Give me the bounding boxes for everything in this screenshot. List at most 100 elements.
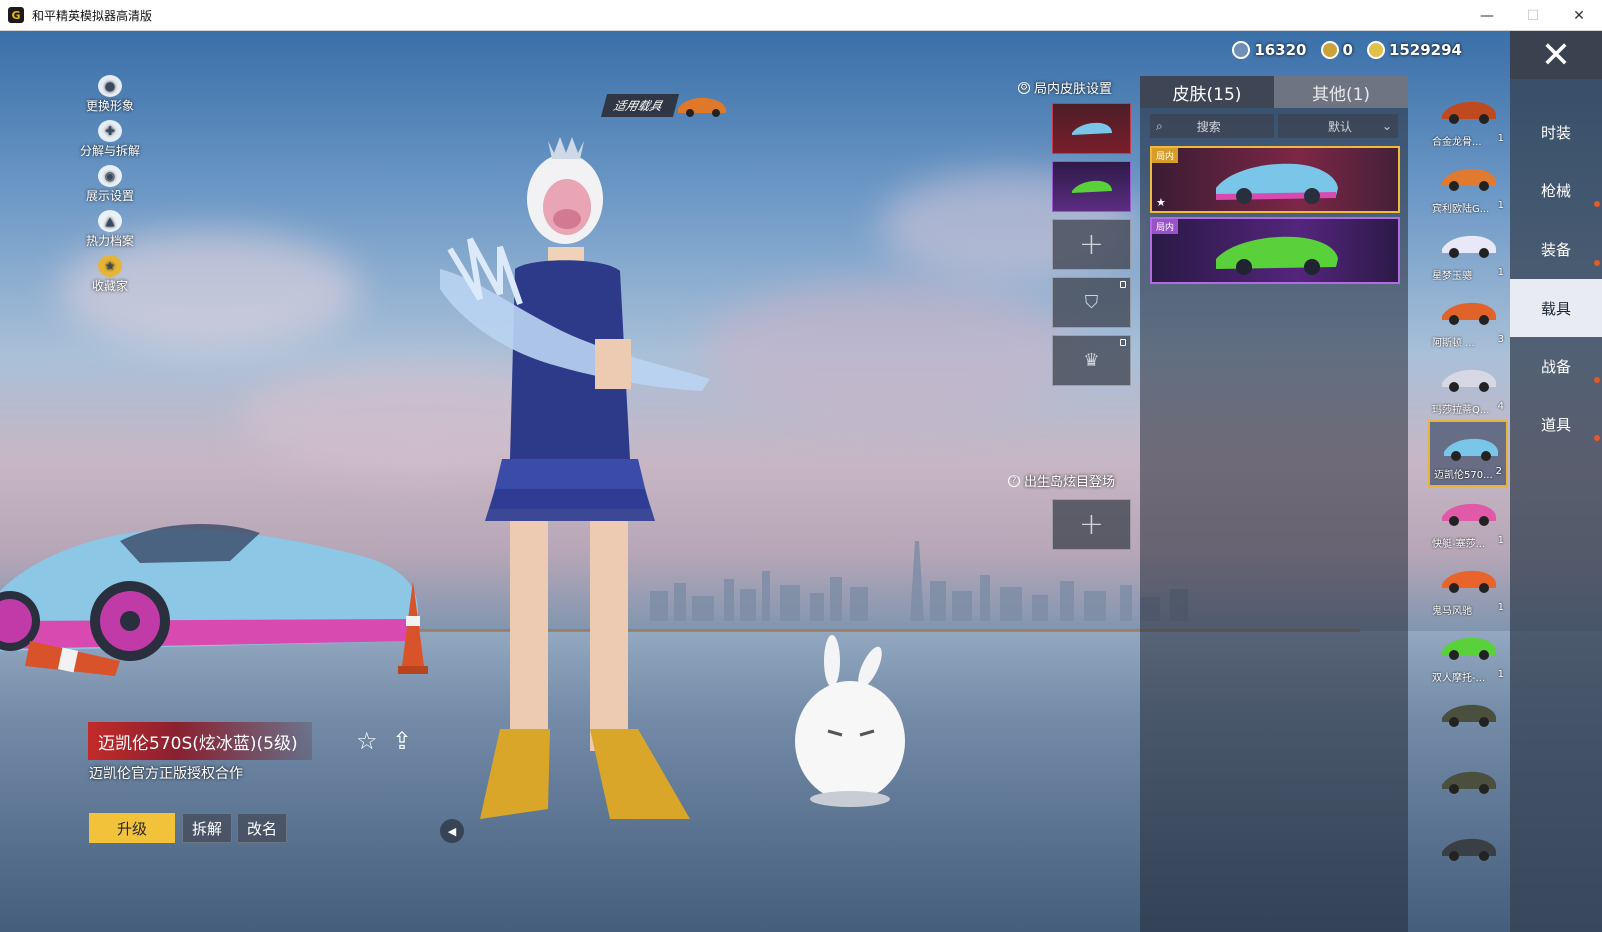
- dismantle-button[interactable]: 拆解: [182, 813, 232, 843]
- vehicle-list-item[interactable]: 迈凯伦570... 2: [1428, 420, 1508, 487]
- vehicle-list-count: 1: [1497, 535, 1504, 546]
- vehicle-thumbnail: [1442, 369, 1496, 392]
- upgrade-button[interactable]: 升级: [89, 813, 175, 843]
- vehicle-list-item[interactable]: 宾利欧陆G... 1: [1428, 152, 1508, 219]
- locked-slot-emblem[interactable]: ⛉: [1052, 277, 1131, 328]
- flame-icon: ▲: [98, 210, 122, 232]
- crown-icon: ♛: [1083, 350, 1100, 371]
- side-menu-label: 更换形象: [85, 99, 134, 113]
- lock-icon: [1120, 339, 1126, 346]
- side-menu-heat-archive[interactable]: ▲ 热力档案: [70, 210, 150, 255]
- vehicle-list-item[interactable]: 鬼马风驰 1: [1428, 554, 1508, 621]
- vehicle-list-name: 星梦玉骢: [1432, 271, 1472, 282]
- vehicle-thumbnail: [1442, 302, 1496, 325]
- applicable-vehicle-label: 适用载具: [600, 93, 680, 117]
- category-nav: ✕ 时装枪械装备 载具战备道具: [1510, 31, 1602, 932]
- vehicle-thumbnail: [1442, 771, 1496, 794]
- vehicle-list-count: 4: [1497, 401, 1504, 412]
- vehicle-list-item[interactable]: 双人摩托-... 1: [1428, 621, 1508, 688]
- filter-row: ⌕ 搜索 默认 ⌄: [1140, 108, 1408, 138]
- horn-icon[interactable]: ◀: [440, 819, 464, 843]
- help-icon: ?: [1008, 474, 1020, 487]
- tab-others[interactable]: 其他(1): [1274, 76, 1408, 108]
- side-menu-collector[interactable]: ★ 收藏家: [70, 255, 150, 300]
- skin-slot-1[interactable]: [1052, 103, 1131, 154]
- vehicle-thumbnail: [1442, 838, 1496, 861]
- vehicle-list-item[interactable]: 阿斯顿 ... 3: [1428, 286, 1508, 353]
- green-car-thumb: [1071, 180, 1112, 193]
- close-panel-button[interactable]: ✕: [1510, 31, 1602, 79]
- category-tab[interactable]: 枪械: [1510, 161, 1602, 219]
- share-icon[interactable]: ⇪: [392, 727, 412, 755]
- category-tab-label: 枪械: [1540, 181, 1571, 200]
- skin-panel: 皮肤(15) 其他(1) ⌕ 搜索 默认 ⌄ 局内 ★ 局内: [1140, 76, 1408, 932]
- vehicle-thumbnail: [1442, 704, 1496, 727]
- category-tab[interactable]: 载具: [1510, 279, 1602, 337]
- vehicle-list-count: 2: [1495, 466, 1502, 477]
- category-tab[interactable]: 战备: [1510, 337, 1602, 395]
- sort-label: 默认: [1328, 119, 1353, 134]
- traffic-cone: [25, 641, 120, 676]
- vehicle-list-item[interactable]: [1428, 688, 1508, 755]
- side-menu-dismantle[interactable]: ✚ 分解与拆解: [70, 120, 150, 165]
- vehicle-thumbnail: [1442, 637, 1496, 660]
- in-match-badge: 局内: [1152, 219, 1179, 234]
- vehicle-list-item[interactable]: [1428, 755, 1508, 822]
- maximize-button[interactable]: ☐: [1510, 0, 1556, 31]
- traffic-cone: [398, 581, 428, 674]
- vehicle-name: 迈凯伦570S(炫冰蓝)(5级): [98, 733, 298, 754]
- side-menu-display-settings[interactable]: ◉ 展示设置: [70, 165, 150, 210]
- currency-token[interactable]: 0: [1320, 41, 1353, 59]
- currency-gold[interactable]: 1529294: [1366, 41, 1462, 59]
- locked-slot-crown[interactable]: ♛: [1052, 335, 1131, 386]
- vehicle-list-item[interactable]: 玛莎拉蒂Q... 4: [1428, 353, 1508, 420]
- eye-icon: ◉: [98, 165, 122, 187]
- vehicle-list-name: 鬼马风驰: [1432, 606, 1472, 617]
- favorite-star-icon[interactable]: ☆: [356, 727, 378, 755]
- vehicle-list-name: 快艇-塞莎...: [1432, 539, 1486, 550]
- vehicle-list-count: 1: [1497, 133, 1504, 144]
- skin-card[interactable]: 局内: [1150, 217, 1400, 284]
- vehicle-thumbnail: [1442, 503, 1496, 526]
- side-menu-label: 收藏家: [91, 279, 128, 293]
- sort-dropdown[interactable]: 默认 ⌄: [1278, 114, 1398, 138]
- search-input[interactable]: ⌕ 搜索: [1150, 114, 1274, 138]
- blue-car-thumb: [1071, 122, 1112, 135]
- skin-card-selected[interactable]: 局内 ★: [1150, 146, 1400, 213]
- add-skin-slot[interactable]: +: [1052, 219, 1131, 270]
- side-menu: ● 更换形象 ✚ 分解与拆解 ◉ 展示设置 ▲ 热力档案 ★ 收藏家: [70, 75, 150, 300]
- vehicle-list-count: 1: [1497, 669, 1504, 680]
- skin-slot-2[interactable]: [1052, 161, 1131, 212]
- rename-button[interactable]: 改名: [237, 813, 287, 843]
- in-match-skin-title: 局内皮肤设置: [1034, 82, 1113, 97]
- globe-coin-icon: [1232, 41, 1251, 59]
- token-coin-icon: [1320, 41, 1339, 59]
- player-character: [440, 137, 710, 819]
- vehicle-name-bar: 迈凯伦570S(炫冰蓝)(5级): [88, 722, 312, 760]
- vehicle-list-item[interactable]: 快艇-塞莎... 1: [1428, 487, 1508, 554]
- green-lamborghini-skin: [1216, 236, 1338, 275]
- tab-skins[interactable]: 皮肤(15): [1140, 76, 1274, 108]
- category-tab[interactable]: 装备: [1510, 220, 1602, 278]
- applicable-vehicle-tag[interactable]: 适用载具: [600, 93, 728, 117]
- in-match-badge: 局内: [1152, 148, 1179, 163]
- category-tab[interactable]: 时装: [1510, 103, 1602, 161]
- spawn-island-add-slot[interactable]: +: [1052, 499, 1131, 550]
- category-tab-label: 道具: [1540, 415, 1571, 434]
- favorite-star-icon: ★: [1156, 196, 1166, 209]
- minimize-button[interactable]: —: [1464, 0, 1510, 31]
- vehicle-list-label-row: 双人摩托-... 1: [1432, 669, 1504, 684]
- vehicle-list-item[interactable]: 合金龙骨... 1: [1428, 85, 1508, 152]
- chevron-down-icon: ⌄: [1381, 119, 1392, 133]
- close-window-button[interactable]: ✕: [1556, 0, 1602, 31]
- currency-value: 0: [1342, 41, 1353, 59]
- vehicle-list-item[interactable]: [1428, 822, 1508, 889]
- vehicle-thumbnail: [1444, 438, 1498, 461]
- vehicle-list-name: 阿斯顿 ...: [1432, 338, 1475, 349]
- currency-globe[interactable]: 16320: [1232, 41, 1307, 59]
- vehicle-list-item[interactable]: 星梦玉骢 1: [1428, 219, 1508, 286]
- category-tab-label: 战备: [1540, 357, 1571, 376]
- category-tab[interactable]: 道具: [1510, 395, 1602, 453]
- side-menu-change-avatar[interactable]: ● 更换形象: [70, 75, 150, 120]
- notification-dot-icon: [1594, 377, 1600, 383]
